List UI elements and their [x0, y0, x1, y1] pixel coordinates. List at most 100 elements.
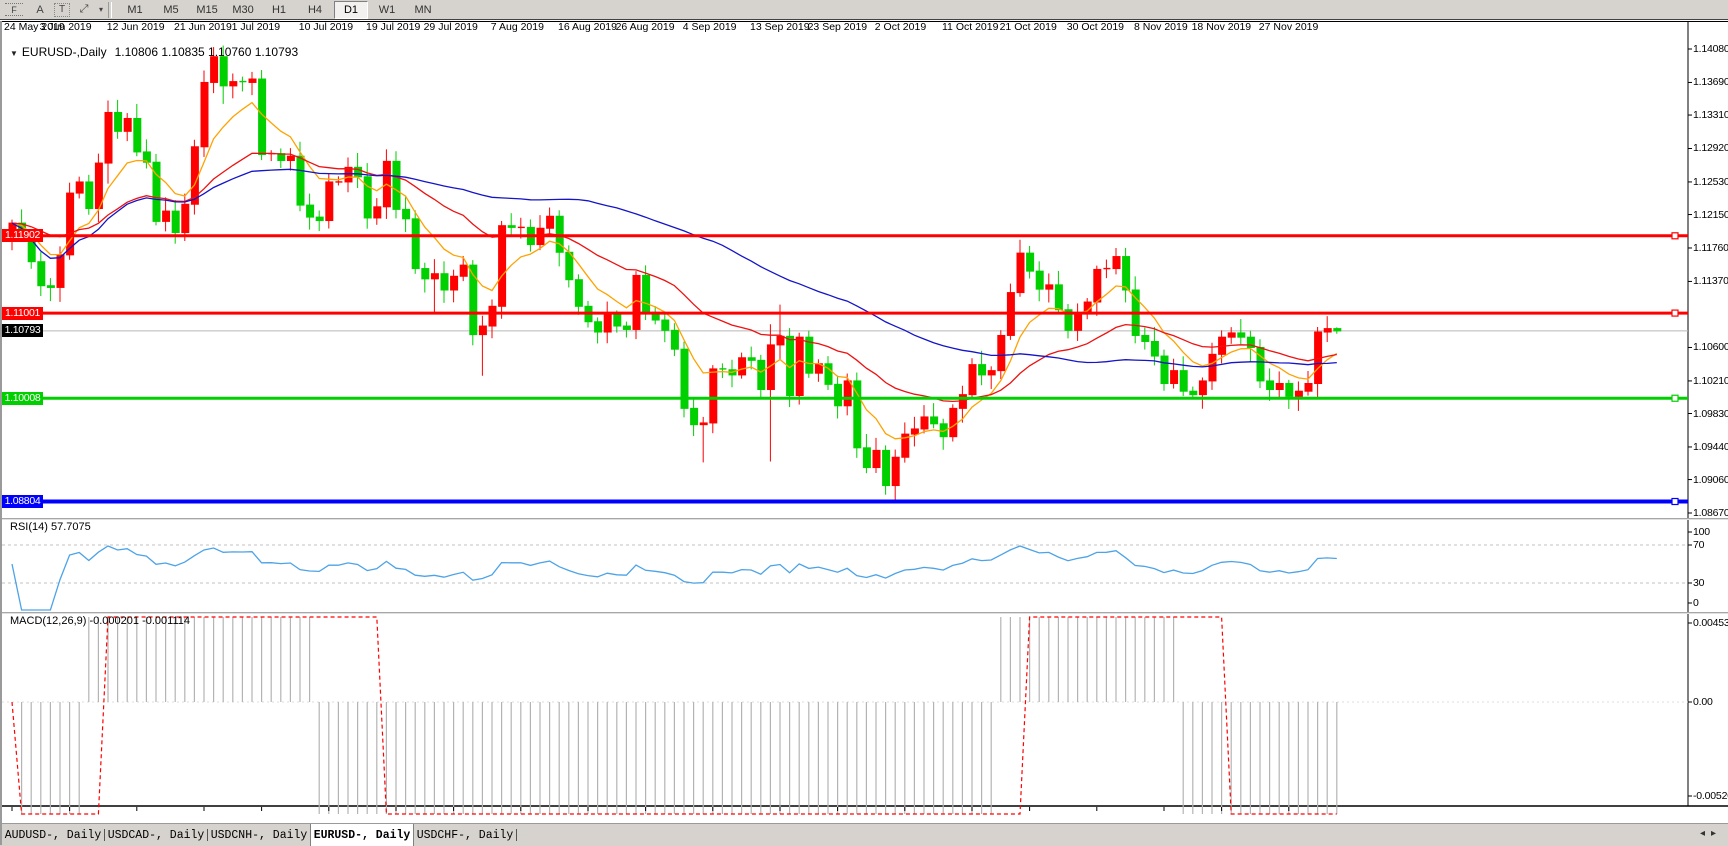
- date-axis-label[interactable]: 26 Aug 2019: [616, 21, 675, 33]
- chart-window[interactable]: ▼EURUSD-,Daily1.10806 1.10835 1.10760 1.…: [0, 21, 1728, 845]
- macd-axis-label: 0.004536: [1693, 617, 1728, 629]
- candle-body: [777, 336, 784, 345]
- timeframe-button-m5[interactable]: M5: [154, 1, 188, 19]
- candle-body: [345, 167, 352, 182]
- candle-body: [460, 265, 467, 276]
- candle-body: [950, 408, 957, 436]
- candle-body: [873, 450, 880, 467]
- rsi-axis-label: 0: [1693, 597, 1699, 609]
- toolbar-separator: [108, 2, 112, 18]
- arrows-icon[interactable]: ⤢: [72, 2, 96, 18]
- candle-body: [1238, 333, 1245, 337]
- price-axis-label: 1.12530: [1693, 176, 1728, 188]
- candle-body: [316, 217, 323, 220]
- date-axis-label[interactable]: 23 Sep 2019: [808, 21, 868, 33]
- date-axis-label[interactable]: 11 Oct 2019: [942, 21, 998, 33]
- chart-tab-usdchf[interactable]: USDCHF-, Daily: [414, 824, 516, 846]
- timeframe-button-h1[interactable]: H1: [262, 1, 296, 19]
- candle-body: [863, 448, 870, 468]
- symbol-dropdown-icon[interactable]: ▼: [10, 49, 18, 58]
- chart-canvas[interactable]: [2, 21, 1728, 845]
- date-axis-label[interactable]: 4 Sep 2019: [683, 21, 737, 33]
- date-axis-label[interactable]: 27 Nov 2019: [1259, 21, 1319, 33]
- date-axis-label[interactable]: 18 Nov 2019: [1192, 21, 1252, 33]
- candle-body: [451, 276, 458, 290]
- candle-body: [326, 182, 333, 221]
- timeframe-buttons: M1M5M15M30H1H4D1W1MN: [117, 1, 441, 19]
- timeframe-button-m1[interactable]: M1: [118, 1, 152, 19]
- chevron-down-icon[interactable]: ▾: [99, 5, 103, 14]
- text-icon[interactable]: T: [54, 3, 70, 17]
- timeframe-button-h4[interactable]: H4: [298, 1, 332, 19]
- candle-body: [163, 211, 170, 221]
- timeframe-button-m15[interactable]: M15: [190, 1, 224, 19]
- candle-body: [479, 326, 486, 335]
- chart-tab-usdcnh[interactable]: USDCNH-, Daily: [208, 824, 310, 846]
- chart-ohlc-header: ▼EURUSD-,Daily1.10806 1.10835 1.10760 1.…: [10, 45, 298, 59]
- macd-axis-label: 0.00: [1693, 696, 1713, 708]
- candle-body: [172, 211, 179, 232]
- candle-body: [201, 82, 208, 146]
- timeframe-button-d1[interactable]: D1: [334, 1, 368, 19]
- text-label-icon[interactable]: A: [28, 2, 52, 18]
- date-axis-label[interactable]: 13 Sep 2019: [750, 21, 810, 33]
- candle-body: [1209, 354, 1216, 381]
- candle-body: [623, 326, 630, 329]
- date-axis-label[interactable]: 16 Aug 2019: [558, 21, 617, 33]
- panel-splitter[interactable]: [2, 518, 1728, 520]
- price-line-label: 1.11001: [2, 307, 43, 320]
- panel-splitter[interactable]: [2, 612, 1728, 614]
- rsi-line: [12, 546, 1337, 610]
- tab-scroll-right-icon[interactable]: ▸: [1711, 828, 1722, 839]
- rsi-axis-label: 30: [1693, 577, 1704, 589]
- date-axis-label[interactable]: 1 Jul 2019: [232, 21, 280, 33]
- date-axis-label[interactable]: 10 Jul 2019: [299, 21, 353, 33]
- candle-body: [297, 156, 304, 205]
- line-handle[interactable]: [1672, 499, 1678, 505]
- date-axis-label[interactable]: 30 Oct 2019: [1067, 21, 1124, 33]
- candle-body: [1276, 383, 1283, 389]
- candle-body: [499, 226, 506, 307]
- date-axis-label[interactable]: 7 Aug 2019: [491, 21, 544, 33]
- candle-body: [1180, 371, 1187, 392]
- candle-body: [892, 457, 899, 485]
- candle-body: [614, 314, 621, 326]
- date-axis-label[interactable]: 12 Jun 2019: [107, 21, 165, 33]
- candle-body: [124, 118, 131, 131]
- price-axis-label: 1.13310: [1693, 109, 1728, 121]
- timeframe-button-m30[interactable]: M30: [226, 1, 260, 19]
- candle-body: [595, 322, 602, 332]
- date-axis-label[interactable]: 19 Jul 2019: [366, 21, 420, 33]
- price-axis-label: 1.09060: [1693, 474, 1728, 486]
- line-handle[interactable]: [1672, 310, 1678, 316]
- line-studies-toolbar: F A T ⤢ ▾ M1M5M15M30H1H4D1W1MN: [0, 0, 1728, 20]
- candle-body: [835, 384, 842, 405]
- timeframe-button-w1[interactable]: W1: [370, 1, 404, 19]
- date-axis-label[interactable]: 3 Jun 2019: [40, 21, 92, 33]
- candle-body: [191, 147, 198, 204]
- chart-tab-usdcad[interactable]: USDCAD-, Daily: [105, 824, 207, 846]
- candle-body: [1151, 341, 1158, 356]
- fibonacci-icon[interactable]: F: [5, 3, 23, 16]
- chart-tab-eurusd[interactable]: EURUSD-, Daily: [310, 824, 414, 846]
- candle-body: [249, 79, 256, 82]
- price-axis-label: 1.14080: [1693, 43, 1728, 55]
- price-axis-label: 1.10600: [1693, 341, 1728, 353]
- date-axis-label[interactable]: 2 Oct 2019: [875, 21, 926, 33]
- candle-body: [796, 337, 803, 395]
- chart-tab-audusd[interactable]: AUDUSD-, Daily: [2, 824, 104, 846]
- candle-body: [710, 369, 717, 423]
- candle-body: [230, 82, 237, 86]
- date-axis-label[interactable]: 8 Nov 2019: [1134, 21, 1188, 33]
- date-axis-label[interactable]: 21 Oct 2019: [1000, 21, 1057, 33]
- candle-body: [1027, 253, 1034, 271]
- date-axis-label[interactable]: 21 Jun 2019: [174, 21, 232, 33]
- date-axis-label[interactable]: 29 Jul 2019: [424, 21, 478, 33]
- tab-scroll-left-icon[interactable]: ◂: [1700, 828, 1711, 839]
- price-axis-label: 1.12150: [1693, 209, 1728, 221]
- line-handle[interactable]: [1672, 233, 1678, 239]
- timeframe-button-mn[interactable]: MN: [406, 1, 440, 19]
- line-handle[interactable]: [1672, 395, 1678, 401]
- candle-body: [1046, 285, 1053, 289]
- candle-body: [307, 205, 314, 217]
